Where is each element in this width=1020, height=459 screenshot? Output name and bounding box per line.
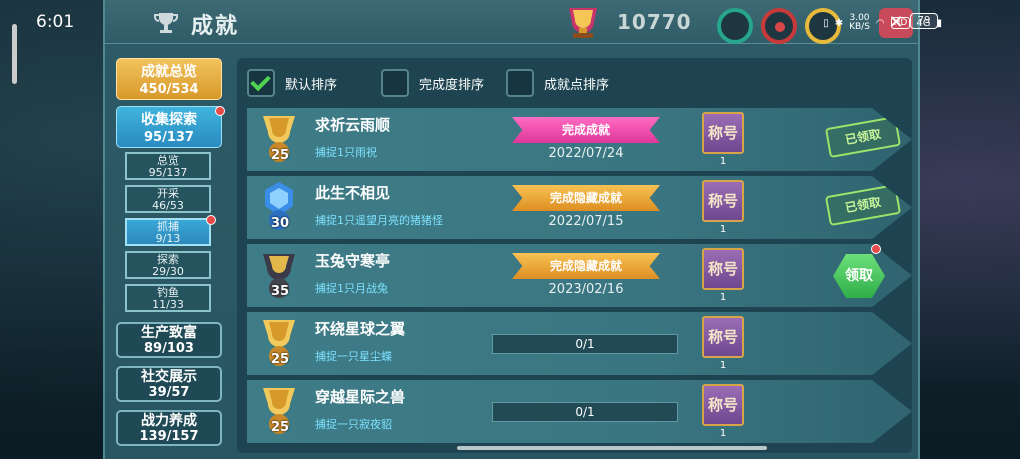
net-speed-unit: KB/S — [849, 22, 870, 32]
subtab-mining[interactable]: 开采 46/53 — [125, 185, 211, 213]
tab-label: 收集探索 — [141, 112, 197, 128]
tab-count: 89/103 — [144, 341, 194, 356]
clock: 6:01 — [36, 12, 75, 32]
tab-label: 生产致富 — [141, 325, 197, 341]
tab-label: 成就总览 — [141, 64, 197, 80]
battery-icon: 79 — [910, 13, 938, 29]
subtab-fishing[interactable]: 钓鱼 11/33 — [125, 284, 211, 312]
tab-count: 450/534 — [139, 82, 199, 97]
achievement-desc: 捕捉一只星尘蝶 — [315, 350, 392, 363]
sort-default-label: 默认排序 — [285, 77, 338, 93]
scrollbar[interactable] — [457, 446, 767, 450]
achievement-points: 35 — [270, 284, 290, 299]
hd-badge: HD — [890, 17, 911, 29]
completed-ribbon: 完成成就 — [512, 117, 660, 143]
subtab-count: 95/137 — [148, 166, 188, 179]
progress-bar: 0/1 — [492, 334, 678, 354]
notification-dot — [215, 106, 225, 116]
achievement-list-panel: 默认排序 完成度排序 成就点排序 25 求祈云雨顺 捕捉1只雨祝 完成成就 20… — [237, 58, 912, 453]
sort-default-checkbox[interactable] — [247, 69, 275, 97]
subtab-count: 46/53 — [152, 199, 184, 212]
achievement-panel: 成就 10770 ✕ 成就总览 450/534 收集探索 95/137 总览 9… — [103, 0, 920, 459]
achievement-desc: 捕捉1只遥望月亮的猪猪怪 — [315, 214, 443, 227]
bluetooth-icon: ✱ — [834, 17, 844, 29]
net-speed: 3.00 KB/S — [849, 14, 870, 32]
completion-date: 2022/07/15 — [548, 214, 624, 229]
achievement-points: 25 — [270, 420, 290, 435]
tab-count: 139/157 — [139, 429, 199, 444]
sort-points-checkbox[interactable] — [506, 69, 535, 97]
achievement-row[interactable]: 25 穿越星际之兽 捕捉一只寂夜貂 0/1 称号 1 — [247, 380, 912, 443]
tab-collect-explore[interactable]: 收集探索 95/137 — [116, 106, 222, 148]
tab-label: 战力养成 — [141, 413, 197, 429]
tab-label: 社交展示 — [141, 369, 197, 385]
reward-count: 1 — [719, 224, 727, 235]
title-reward-badge[interactable]: 称号 — [702, 316, 744, 358]
reward-count: 1 — [719, 156, 727, 167]
reward-count: 1 — [719, 292, 727, 303]
subtab-count: 29/30 — [152, 265, 184, 278]
achievement-points: 25 — [270, 148, 290, 163]
achievement-row[interactable]: 35 玉兔守寒亭 捕捉1只月战兔 完成隐藏成就 2023/02/16 称号 1 … — [247, 244, 912, 307]
subtab-capture[interactable]: 抓捕 9/13 — [125, 218, 211, 246]
achievement-desc: 捕捉1只月战兔 — [315, 282, 388, 295]
achievement-row[interactable]: 25 环绕星球之翼 捕捉一只星尘蝶 0/1 称号 1 — [247, 312, 912, 375]
achievement-title: 求祈云雨顺 — [315, 116, 391, 134]
hidden-completed-ribbon: 完成隐藏成就 — [512, 253, 660, 279]
subtab-explore[interactable]: 探索 29/30 — [125, 251, 211, 279]
achievement-points: 30 — [270, 216, 290, 231]
achievement-points: 25 — [270, 352, 290, 367]
reward-count: 1 — [719, 428, 727, 439]
achievement-title: 玉兔守寒亭 — [315, 252, 391, 270]
claimed-stamp: 已领取 — [824, 115, 902, 159]
sort-options: 默认排序 完成度排序 成就点排序 — [247, 68, 631, 98]
title-reward-badge[interactable]: 称号 — [702, 112, 744, 154]
title-reward-badge[interactable]: 称号 — [702, 248, 744, 290]
tab-production[interactable]: 生产致富 89/103 — [116, 322, 222, 358]
achievement-title: 环绕星球之翼 — [315, 320, 406, 338]
tab-overview[interactable]: 成就总览 450/534 — [116, 58, 222, 100]
notification-dot — [871, 244, 881, 254]
completion-date: 2022/07/24 — [548, 146, 624, 161]
sort-points-label: 成就点排序 — [544, 77, 610, 93]
subtab-count: 11/33 — [152, 298, 184, 311]
tab-count: 39/57 — [148, 385, 190, 400]
reward-count: 1 — [719, 360, 727, 371]
hidden-completed-ribbon: 完成隐藏成就 — [512, 185, 660, 211]
claimed-stamp: 已领取 — [824, 183, 902, 227]
achievement-title: 此生不相见 — [315, 184, 391, 202]
achievement-desc: 捕捉一只寂夜貂 — [315, 418, 392, 431]
title-reward-badge[interactable]: 称号 — [702, 180, 744, 222]
subtab-count: 9/13 — [155, 232, 181, 245]
tab-combat[interactable]: 战力养成 139/157 — [116, 410, 222, 446]
achievement-title: 穿越星际之兽 — [315, 388, 406, 406]
sort-completion-checkbox[interactable] — [381, 69, 410, 97]
subtab-overview[interactable]: 总览 95/137 — [125, 152, 211, 180]
vibrate-icon: ▯ — [823, 17, 829, 29]
check-icon — [250, 70, 271, 92]
achievement-row[interactable]: 30 此生不相见 捕捉1只遥望月亮的猪猪怪 完成隐藏成就 2022/07/15 … — [247, 176, 912, 239]
tab-social[interactable]: 社交展示 39/57 — [116, 366, 222, 402]
title-reward-badge[interactable]: 称号 — [702, 384, 744, 426]
sort-completion-label: 完成度排序 — [419, 77, 485, 93]
achievement-row[interactable]: 25 求祈云雨顺 捕捉1只雨祝 完成成就 2022/07/24 称号 1 已领取 — [247, 108, 912, 171]
completion-date: 2023/02/16 — [548, 282, 624, 297]
tab-count: 95/137 — [144, 130, 194, 145]
status-bar: 6:01 ▯ ✱ 3.00 KB/S ◠ HD 4G ▮ 79 — [0, 0, 1020, 44]
notification-dot — [206, 215, 216, 225]
claim-button[interactable]: 领取 — [833, 254, 885, 298]
progress-bar: 0/1 — [492, 402, 678, 422]
achievement-desc: 捕捉1只雨祝 — [315, 146, 377, 159]
wifi-icon: ◠ — [875, 17, 885, 29]
